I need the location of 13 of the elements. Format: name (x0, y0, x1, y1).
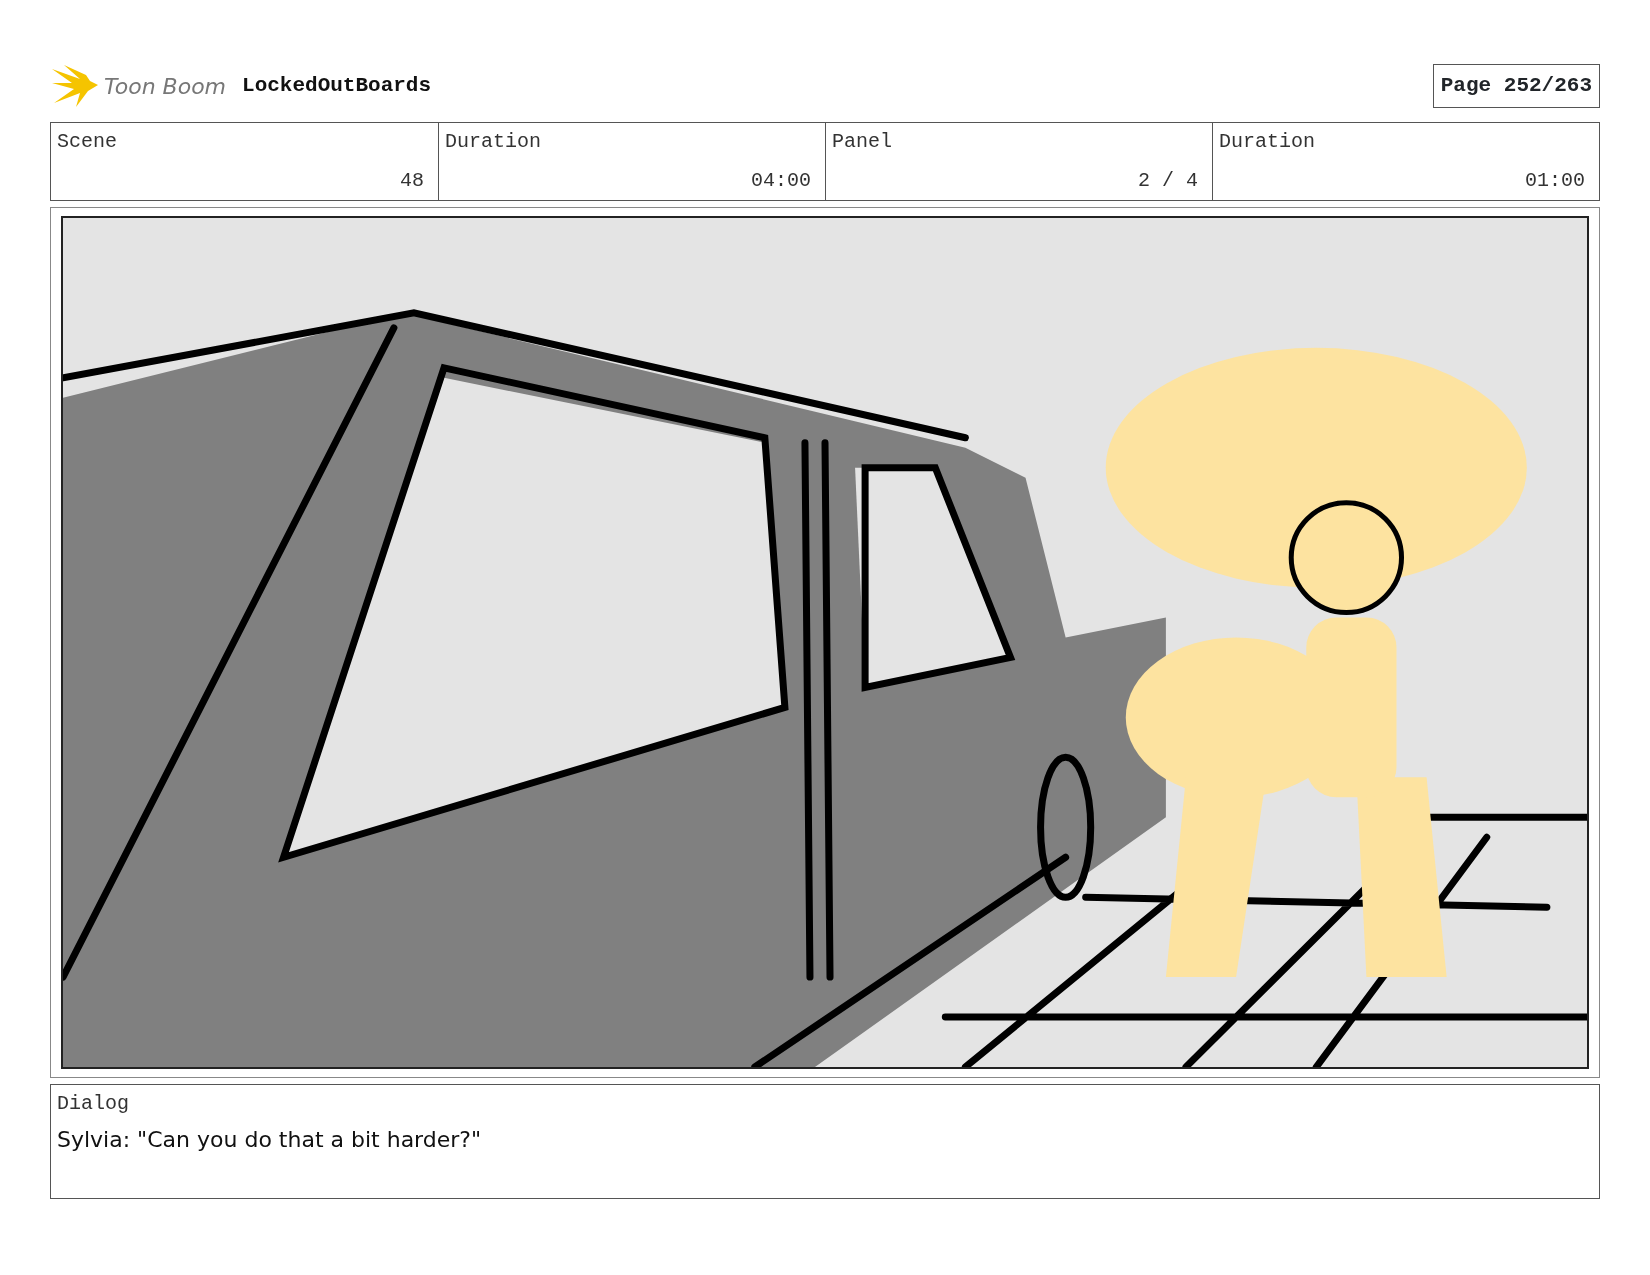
brand-logo-text: Toon Boom (104, 72, 227, 101)
dialog-text: Sylvia: "Can you do that a bit harder?" (57, 1126, 483, 1154)
field-label: Duration (445, 129, 542, 155)
project-title: LockedOutBoards (242, 73, 432, 100)
dialog-label: Dialog (57, 1091, 130, 1117)
field-value: 48 (400, 168, 424, 194)
field-value: 01:00 (1525, 168, 1585, 194)
field-label: Panel (832, 129, 893, 155)
field-label: Duration (1219, 129, 1316, 155)
field-value: 2 / 4 (1138, 168, 1198, 194)
field-label: Scene (57, 129, 118, 155)
field-value: 04:00 (751, 168, 811, 194)
page-number: Page 252/263 (1432, 64, 1600, 108)
